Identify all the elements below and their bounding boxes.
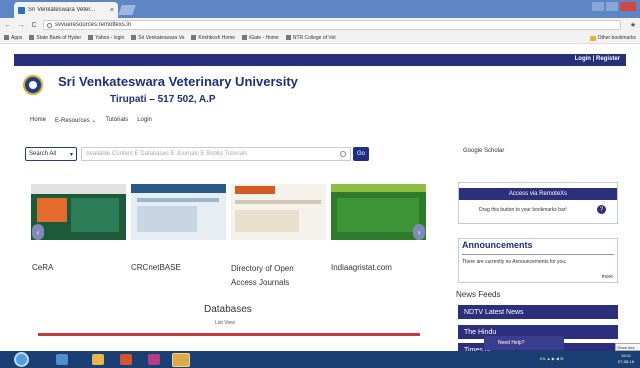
resource-link-indiaagristat[interactable]: Indiaagristat.com — [331, 263, 392, 272]
bookmark-favicon-icon — [191, 35, 197, 40]
clear-search-icon[interactable] — [340, 151, 346, 157]
bookmark-item[interactable]: Yahoo - login — [88, 35, 124, 41]
resources-carousel: ‹ › — [28, 184, 428, 274]
section-divider — [38, 333, 420, 336]
nav-e-resources[interactable]: E-Resources ⌄ — [55, 117, 96, 124]
search-placeholder: Available Content E Databases E Journals… — [86, 151, 248, 157]
tab-title: Sri Venkateswara Veter... — [28, 7, 96, 13]
site-topbar: Login | Register — [14, 54, 626, 66]
need-help-button[interactable]: Need Help? — [484, 336, 564, 350]
announcements-divider — [462, 254, 614, 255]
google-scholar-link[interactable]: Google Scholar — [463, 148, 504, 154]
bookmark-favicon-icon — [29, 35, 35, 40]
windows-taskbar: EN ▲ ▶ ◀ ✉ 15:01 07-08-16 — [0, 351, 640, 368]
nav-tutorials[interactable]: Tutorials — [105, 117, 128, 124]
folder-icon — [589, 35, 596, 41]
bookmark-item[interactable]: Krishkosh Home — [191, 35, 235, 41]
carousel-next-icon[interactable]: › — [413, 224, 425, 240]
clock[interactable]: 15:01 07-08-16 — [614, 353, 638, 365]
start-button-icon[interactable] — [14, 352, 29, 367]
resource-link-cera[interactable]: CeRA — [32, 263, 53, 272]
media-player-icon[interactable] — [148, 354, 160, 365]
bookmark-favicon-icon — [242, 35, 248, 40]
other-bookmarks[interactable]: Other bookmarks — [589, 35, 636, 41]
main-nav: Home E-Resources ⌄ Tutorials Login — [30, 117, 152, 124]
resource-thumbnail[interactable] — [31, 184, 126, 240]
forward-icon[interactable]: → — [17, 22, 25, 29]
resource-link-crcnetbase[interactable]: CRCnetBASE — [131, 263, 181, 272]
login-register-link[interactable]: Login | Register — [575, 56, 620, 62]
bookmark-item[interactable]: Sri Venkateswara Ve — [131, 35, 184, 41]
tab-close-icon[interactable]: × — [110, 7, 118, 14]
bookmark-star-icon[interactable]: ★ — [626, 21, 640, 29]
announcements-heading: Announcements — [462, 240, 533, 250]
favicon-icon — [18, 6, 25, 14]
new-tab-button[interactable] — [118, 5, 136, 15]
chrome-icon[interactable] — [172, 353, 190, 367]
news-feed-item[interactable]: NDTV Latest News — [458, 305, 618, 319]
search-go-button[interactable]: Go — [353, 147, 369, 161]
search-scope-value: Search All — [29, 151, 57, 157]
resource-thumbnail[interactable] — [331, 184, 426, 240]
bookmark-item[interactable]: State Bank of Hyder — [29, 35, 81, 41]
nav-login[interactable]: Login — [137, 117, 152, 124]
remotexs-panel: Access via RemoteXs Drag this button to … — [458, 182, 618, 224]
browser-tab[interactable]: Sri Venkateswara Veter... × — [14, 2, 118, 18]
apps-icon — [4, 35, 9, 40]
screen: Sri Venkateswara Veter... × ← → C svvuer… — [0, 0, 640, 368]
address-text: svvueresources.remotlexs.in — [55, 22, 132, 28]
announcements-panel: Announcements There are currently no Ann… — [458, 238, 618, 283]
remotexs-hint: Drag this button to your bookmarks bar! — [479, 207, 567, 213]
search-scope-select[interactable]: Search All ▾ — [25, 147, 77, 161]
firefox-icon[interactable] — [120, 354, 132, 365]
explorer-folder-icon[interactable] — [92, 354, 104, 365]
site-subtitle: Tirupati – 517 502, A.P — [110, 94, 216, 105]
resource-thumbnail[interactable] — [131, 184, 226, 240]
university-logo-icon — [23, 75, 43, 95]
search-input[interactable]: Available Content E Databases E Journals… — [81, 147, 351, 161]
resource-link-doaj[interactable]: Directory of Open Access Journals — [231, 262, 311, 290]
bookmark-favicon-icon — [285, 35, 291, 40]
nav-home[interactable]: Home — [30, 117, 46, 124]
bookmark-item[interactable]: Apps — [4, 35, 22, 41]
back-icon[interactable]: ← — [4, 22, 12, 29]
bookmark-item[interactable]: NTR College of Vet — [285, 35, 336, 41]
reload-icon[interactable]: C — [30, 22, 38, 29]
access-via-remotexs-button[interactable]: Access via RemoteXs — [459, 188, 617, 200]
announcements-text: There are currently no Announcements for… — [462, 259, 567, 265]
bookmark-item[interactable]: iGate - Home — [242, 35, 279, 41]
site-info-icon[interactable] — [47, 22, 52, 28]
maximize-button[interactable] — [606, 2, 618, 11]
caret-down-icon: ▾ — [69, 151, 73, 158]
browser-tabstrip: Sri Venkateswara Veter... × — [0, 0, 640, 18]
window-close-button[interactable] — [620, 2, 636, 11]
show-desktop-tooltip: Show des — [615, 343, 640, 351]
address-bar[interactable]: svvueresources.remotlexs.in — [43, 20, 621, 30]
system-tray[interactable]: EN ▲ ▶ ◀ ✉ — [540, 356, 563, 361]
list-view-link[interactable]: List View — [215, 320, 235, 326]
bookmarks-bar: Apps State Bank of Hyder Yahoo - login S… — [0, 32, 640, 44]
search-bar: Search All ▾ Available Content E Databas… — [25, 147, 369, 161]
news-feeds-heading: News Feeds — [456, 290, 501, 299]
bookmark-favicon-icon — [88, 35, 94, 40]
clock-date: 07-08-16 — [617, 359, 634, 364]
help-icon[interactable]: ? — [597, 205, 606, 214]
bookmark-favicon-icon — [131, 35, 137, 40]
minimize-button[interactable] — [592, 2, 604, 11]
site-title: Sri Venkateswara Veterinary University — [58, 74, 298, 89]
announcements-more-link[interactable]: more — [602, 274, 613, 280]
browser-toolbar: ← → C svvueresources.remotlexs.in ★ — [0, 18, 640, 32]
databases-heading: Databases — [204, 304, 252, 315]
resource-thumbnail[interactable] — [231, 184, 326, 240]
ie-icon[interactable] — [56, 354, 68, 365]
window-controls — [592, 2, 636, 11]
carousel-prev-icon[interactable]: ‹ — [32, 224, 44, 240]
